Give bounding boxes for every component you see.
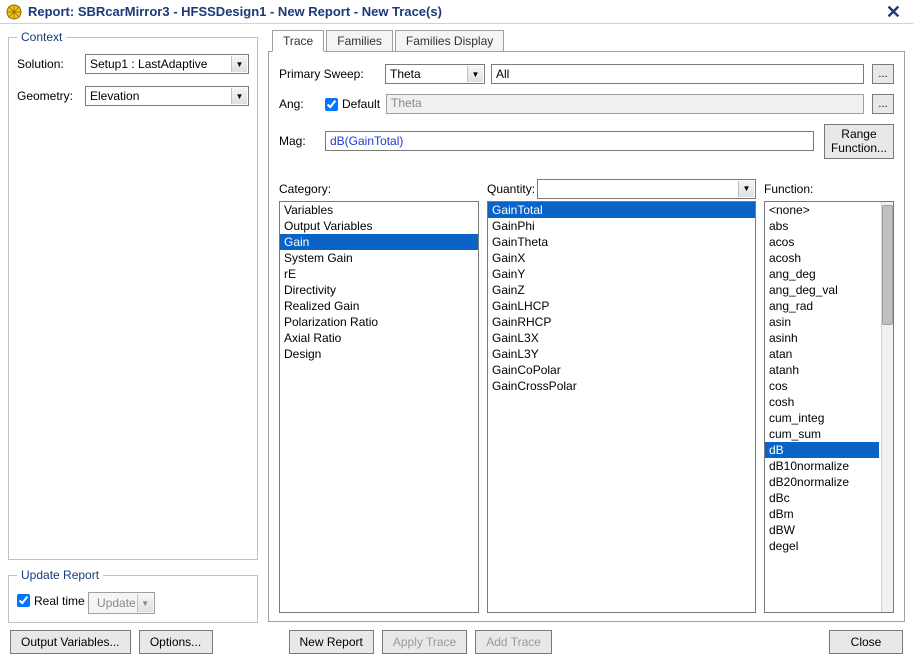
category-item[interactable]: System Gain — [280, 250, 478, 266]
function-item[interactable]: asin — [765, 314, 879, 330]
new-report-button[interactable]: New Report — [289, 630, 374, 654]
category-label: Category: — [279, 182, 331, 196]
add-trace-button: Add Trace — [475, 630, 552, 654]
ang-default-checkbox-label[interactable]: Default — [325, 97, 380, 111]
update-label: Update — [97, 596, 136, 610]
update-report-legend: Update Report — [17, 568, 103, 582]
category-item[interactable]: Directivity — [280, 282, 478, 298]
function-item[interactable]: acosh — [765, 250, 879, 266]
category-listbox[interactable]: VariablesOutput VariablesGainSystem Gain… — [279, 201, 479, 613]
apply-trace-button: Apply Trace — [382, 630, 467, 654]
chevron-down-icon: ▼ — [137, 594, 153, 612]
function-item[interactable]: acos — [765, 234, 879, 250]
function-item[interactable]: abs — [765, 218, 879, 234]
function-item[interactable]: dB10normalize — [765, 458, 879, 474]
context-legend: Context — [17, 30, 66, 44]
ang-default-checkbox[interactable] — [325, 98, 338, 111]
primary-sweep-scope[interactable] — [491, 64, 864, 84]
solution-label: Solution: — [17, 57, 85, 71]
primary-sweep-label: Primary Sweep: — [279, 67, 379, 81]
function-listbox[interactable]: <none>absacosacoshang_degang_deg_valang_… — [764, 201, 894, 613]
quantity-item[interactable]: GainX — [488, 250, 755, 266]
function-item[interactable]: dB20normalize — [765, 474, 879, 490]
quantity-item[interactable]: GainTheta — [488, 234, 755, 250]
quantity-item[interactable]: GainL3Y — [488, 346, 755, 362]
category-item[interactable]: rE — [280, 266, 478, 282]
category-item[interactable]: Variables — [280, 202, 478, 218]
chevron-down-icon[interactable]: ▼ — [738, 181, 754, 197]
quantity-item[interactable]: GainCoPolar — [488, 362, 755, 378]
function-label: Function: — [764, 182, 813, 196]
function-item[interactable]: cum_integ — [765, 410, 879, 426]
function-item[interactable]: atanh — [765, 362, 879, 378]
function-item[interactable]: dBm — [765, 506, 879, 522]
geometry-label: Geometry: — [17, 89, 85, 103]
category-item[interactable]: Output Variables — [280, 218, 478, 234]
solution-select[interactable]: Setup1 : LastAdaptive ▼ — [85, 54, 249, 74]
close-button[interactable]: Close — [829, 630, 903, 654]
quantity-listbox[interactable]: GainTotalGainPhiGainThetaGainXGainYGainZ… — [487, 201, 756, 613]
tab-trace[interactable]: Trace — [272, 30, 324, 52]
quantity-filter-select[interactable]: ▼ — [537, 179, 756, 199]
category-item[interactable]: Polarization Ratio — [280, 314, 478, 330]
category-item[interactable]: Realized Gain — [280, 298, 478, 314]
app-icon — [6, 4, 22, 20]
quantity-item[interactable]: GainLHCP — [488, 298, 755, 314]
function-item[interactable]: degel — [765, 538, 879, 554]
category-item[interactable]: Gain — [280, 234, 478, 250]
realtime-checkbox[interactable] — [17, 594, 30, 607]
function-item[interactable]: <none> — [765, 202, 879, 218]
quantity-item[interactable]: GainCrossPolar — [488, 378, 755, 394]
function-item[interactable]: dBW — [765, 522, 879, 538]
geometry-value: Elevation — [90, 89, 139, 103]
realtime-checkbox-label[interactable]: Real time — [17, 594, 85, 608]
function-item[interactable]: cos — [765, 378, 879, 394]
quantity-item[interactable]: GainPhi — [488, 218, 755, 234]
category-item[interactable]: Axial Ratio — [280, 330, 478, 346]
category-item[interactable]: Design — [280, 346, 478, 362]
primary-sweep-select[interactable]: Theta ▼ — [385, 64, 485, 84]
quantity-label: Quantity: — [487, 182, 535, 196]
quantity-item[interactable]: GainY — [488, 266, 755, 282]
tab-families[interactable]: Families — [326, 30, 393, 52]
chevron-down-icon[interactable]: ▼ — [231, 88, 247, 104]
tab-families-display[interactable]: Families Display — [395, 30, 504, 52]
mag-field[interactable] — [325, 131, 814, 151]
function-item[interactable]: ang_deg — [765, 266, 879, 282]
function-item[interactable]: dBc — [765, 490, 879, 506]
range-function-button[interactable]: Range Function... — [824, 124, 894, 159]
ang-label: Ang: — [279, 97, 319, 111]
quantity-item[interactable]: GainTotal — [488, 202, 755, 218]
quantity-item[interactable]: GainZ — [488, 282, 755, 298]
function-item[interactable]: cum_sum — [765, 426, 879, 442]
mag-label: Mag: — [279, 134, 319, 148]
primary-sweep-browse[interactable]: ... — [872, 64, 894, 84]
chevron-down-icon[interactable]: ▼ — [467, 66, 483, 82]
output-variables-button[interactable]: Output Variables... — [10, 630, 131, 654]
chevron-down-icon[interactable]: ▼ — [231, 56, 247, 72]
solution-value: Setup1 : LastAdaptive — [90, 57, 207, 71]
function-item[interactable]: asinh — [765, 330, 879, 346]
realtime-text: Real time — [34, 594, 85, 608]
ang-field: Theta — [386, 94, 864, 114]
function-item[interactable]: dB — [765, 442, 879, 458]
primary-sweep-value: Theta — [390, 67, 421, 81]
function-item[interactable]: atan — [765, 346, 879, 362]
function-item[interactable]: cosh — [765, 394, 879, 410]
close-icon[interactable]: ✕ — [880, 3, 907, 21]
function-item[interactable]: ang_deg_val — [765, 282, 879, 298]
function-item[interactable]: ang_rad — [765, 298, 879, 314]
window-title: Report: SBRcarMirror3 - HFSSDesign1 - Ne… — [28, 4, 442, 19]
ang-default-text: Default — [342, 97, 380, 111]
options-button[interactable]: Options... — [139, 630, 213, 654]
update-button: Update ▼ — [88, 592, 155, 614]
geometry-select[interactable]: Elevation ▼ — [85, 86, 249, 106]
quantity-item[interactable]: GainRHCP — [488, 314, 755, 330]
ang-browse[interactable]: ... — [872, 94, 894, 114]
quantity-item[interactable]: GainL3X — [488, 330, 755, 346]
